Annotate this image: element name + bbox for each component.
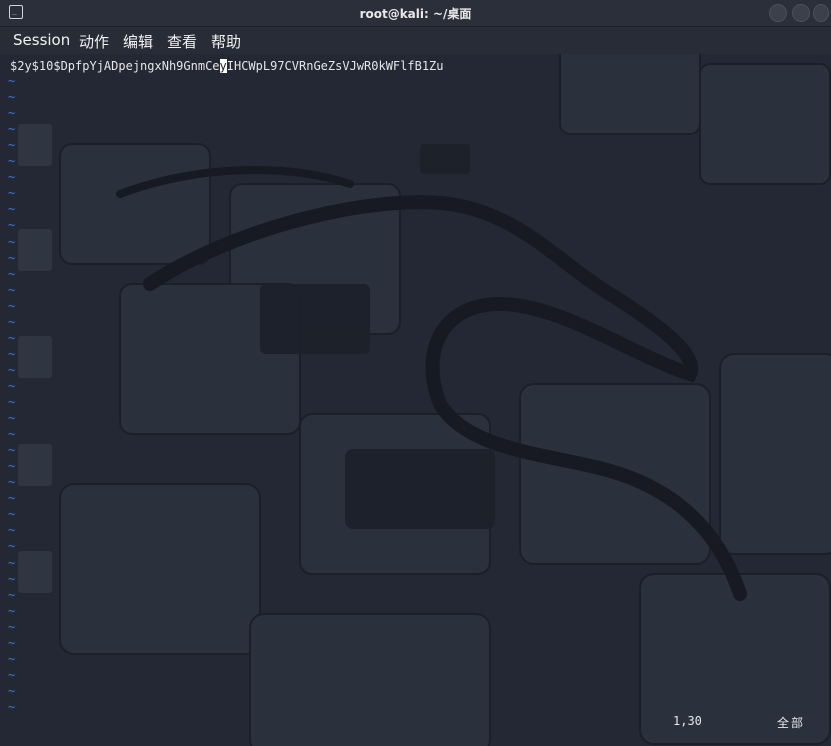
tilde-marker: ~: [8, 475, 16, 490]
menu-session[interactable]: Session: [13, 31, 70, 49]
tilde-marker: ~: [8, 266, 16, 281]
menu-actions[interactable]: 动作: [79, 31, 109, 52]
tilde-marker: ~: [8, 378, 16, 393]
minimize-button[interactable]: [769, 4, 787, 22]
tilde-marker: ~: [8, 314, 16, 329]
tilde-marker: ~: [8, 186, 16, 201]
window-title: root@kali: ~/桌面: [359, 7, 472, 21]
tilde-marker: ~: [8, 250, 16, 265]
tilde-marker: ~: [8, 523, 16, 538]
tilde-marker: ~: [8, 298, 16, 313]
tilde-marker: ~: [8, 539, 16, 554]
tilde-marker: ~: [8, 74, 16, 88]
file-extent-indicator: 全部: [777, 716, 806, 730]
tilde-marker: ~: [8, 635, 16, 650]
tilde-marker: ~: [8, 571, 16, 586]
tilde-marker: ~: [8, 491, 16, 506]
editor-line-1[interactable]: $2y$10$DpfpYjADpejngxNh9GnmCeyIHCWpL97CV…: [10, 59, 444, 73]
menu-help[interactable]: 帮助: [211, 31, 241, 52]
menu-view[interactable]: 查看: [167, 31, 197, 52]
tilde-marker: ~: [8, 683, 16, 698]
tilde-marker: ~: [8, 154, 16, 169]
menu-bar: Session 动作 编辑 查看 帮助: [0, 27, 831, 54]
tilde-marker: ~: [8, 667, 16, 682]
tilde-marker: ~: [8, 427, 16, 442]
tilde-marker: ~: [8, 587, 16, 602]
tilde-marker: ~: [8, 202, 16, 217]
tilde-marker: ~: [8, 555, 16, 570]
kali-wallpaper: [0, 54, 831, 746]
tilde-marker: ~: [8, 138, 16, 153]
terminal-area[interactable]: $2y$10$DpfpYjADpejngxNh9GnmCeyIHCWpL97CV…: [0, 54, 831, 746]
tilde-marker: ~: [8, 170, 16, 185]
menu-edit[interactable]: 编辑: [123, 31, 153, 52]
tilde-marker: ~: [8, 619, 16, 634]
text-before-cursor: $2y$10$DpfpYjADpejngxNh9GnmCe: [10, 59, 220, 73]
tilde-marker: ~: [8, 651, 16, 666]
tilde-marker: ~: [8, 443, 16, 458]
text-after-cursor: IHCWpL97CVRnGeZsVJwR0kWFlfB1Zu: [226, 59, 444, 73]
tilde-marker: ~: [8, 346, 16, 361]
close-button[interactable]: [813, 4, 829, 22]
tilde-marker: ~: [8, 395, 16, 409]
title-bar: _ root@kali: ~/桌面: [0, 0, 831, 27]
tilde-marker: ~: [8, 459, 16, 474]
tilde-marker: ~: [8, 603, 16, 618]
tilde-marker: ~: [8, 218, 16, 233]
tilde-marker: ~: [8, 362, 16, 377]
tilde-marker: ~: [8, 330, 16, 345]
tilde-marker: ~: [8, 122, 16, 137]
tilde-marker: ~: [8, 106, 16, 121]
tilde-marker: ~: [8, 90, 16, 105]
tilde-marker: ~: [8, 282, 16, 297]
tilde-marker: ~: [8, 699, 16, 714]
tilde-marker: ~: [8, 411, 16, 426]
tilde-marker: ~: [8, 507, 16, 522]
maximize-button[interactable]: [792, 4, 810, 22]
text-cursor: y: [219, 59, 227, 73]
tilde-marker: ~: [8, 234, 16, 249]
cursor-position: 1,30: [673, 714, 702, 728]
